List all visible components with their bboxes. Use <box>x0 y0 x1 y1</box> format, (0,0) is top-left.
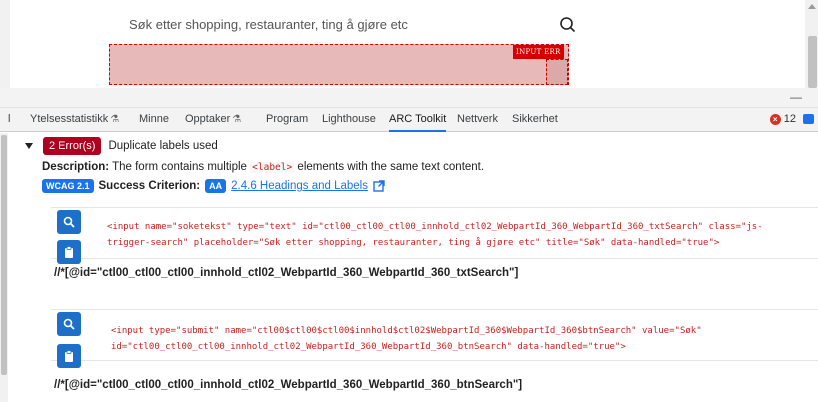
tab-label: Opptaker <box>185 113 231 125</box>
result-card: <input name="soketekst" type="text" id="… <box>51 207 818 264</box>
devtools-panel: — l Ytelsesstatistikk ⚗ Minne Opptaker ⚗ P… <box>0 88 818 402</box>
tab-sources[interactable]: Program <box>266 108 308 132</box>
tab-arc-toolkit[interactable]: ARC Toolkit <box>389 108 447 132</box>
description-code-tag: <label> <box>250 162 295 173</box>
result-code-line: trigger-search" placeholder="Søk etter s… <box>107 238 720 248</box>
criterion-label: Success Criterion: <box>98 180 201 192</box>
description-text-post: elements with the same text content. <box>297 161 485 173</box>
tab-network[interactable]: Nettverk <box>457 108 498 132</box>
error-highlight-button-overlay <box>546 59 568 85</box>
wcag-version-pill: WCAG 2.1 <box>42 179 94 193</box>
copy-element-button[interactable] <box>57 344 81 368</box>
tab-security[interactable]: Sikkerhet <box>512 108 558 132</box>
page-scrollbar[interactable] <box>806 0 818 88</box>
tab-recorder[interactable]: Opptaker ⚗ <box>185 108 241 132</box>
inspect-element-button[interactable] <box>57 312 81 336</box>
magnifier-icon <box>63 318 75 330</box>
inspect-element-button[interactable] <box>57 210 81 234</box>
clipboard-icon <box>65 246 73 258</box>
error-count-badge: 2 Error(s) <box>43 137 102 155</box>
arc-toolkit-panel: 2 Error(s) Duplicate labels used Descrip… <box>18 133 818 402</box>
success-criterion-row: WCAG 2.1 Success Criterion: AA 2.4.6 Hea… <box>42 179 385 193</box>
error-counter[interactable]: × 12 <box>769 113 796 125</box>
result-xpath: //*[@id="ctl00_ctl00_ctl00_innhold_ctl02… <box>54 379 523 391</box>
input-error-badge: INPUT ERR <box>513 45 564 59</box>
external-link-icon[interactable] <box>373 180 385 192</box>
tab-label: Lighthouse <box>322 113 376 125</box>
tab-label: Minne <box>139 113 169 125</box>
error-highlight-overlay <box>109 44 569 85</box>
tab-memory[interactable]: Minne <box>139 108 169 132</box>
devtools-drag-bar[interactable]: — <box>0 88 818 108</box>
experiment-flask-icon: ⚗ <box>232 114 242 125</box>
result-code-line: <input name="soketekst" type="text" id="… <box>107 222 763 232</box>
tab-performance-insights[interactable]: Ytelsesstatistikk ⚗ <box>30 108 119 132</box>
panel-scrollbar-thumb[interactable] <box>1 135 7 375</box>
scroll-up-arrow-icon[interactable] <box>808 4 816 9</box>
copy-element-button[interactable] <box>57 240 81 264</box>
result-code-line: <input type="submit" name="ctl00$ctl00$c… <box>111 326 702 336</box>
devtools-tab-bar: l Ytelsesstatistikk ⚗ Minne Opptaker ⚗ Pro… <box>0 108 818 132</box>
issue-description: Description: The form contains multiple … <box>42 161 484 173</box>
issue-title: Duplicate labels used <box>108 140 218 152</box>
magnifier-icon <box>63 216 75 228</box>
error-x-icon: × <box>769 113 781 125</box>
tab-label: ARC Toolkit <box>389 113 447 125</box>
panel-scrollbar[interactable] <box>0 133 8 402</box>
minimize-icon[interactable]: — <box>790 90 802 104</box>
description-text-pre: The form contains multiple <box>112 161 247 173</box>
result-card: <input type="submit" name="ctl00$ctl00$c… <box>51 309 818 368</box>
tab-lighthouse[interactable]: Lighthouse <box>322 108 376 132</box>
criterion-link[interactable]: 2.4.6 Headings and Labels <box>231 180 368 192</box>
search-input[interactable]: Søk etter shopping, restauranter, ting å… <box>129 17 408 32</box>
tab-label: Nettverk <box>457 113 498 125</box>
tab-label: Program <box>266 113 309 125</box>
page-scrollbar-thumb[interactable] <box>808 36 817 88</box>
issue-header[interactable]: 2 Error(s) Duplicate labels used <box>18 137 218 155</box>
messages-icon[interactable] <box>803 114 814 124</box>
page-viewport: Søk etter shopping, restauranter, ting å… <box>0 0 818 88</box>
tab-elements-partial[interactable]: l <box>8 108 10 132</box>
search-icon[interactable] <box>559 16 577 34</box>
description-label: Description: <box>42 161 110 173</box>
tab-label: l <box>8 113 11 125</box>
collapse-caret-icon[interactable] <box>25 143 33 149</box>
result-xpath: //*[@id="ctl00_ctl00_ctl00_innhold_ctl02… <box>54 267 519 279</box>
tab-label: Sikkerhet <box>512 113 558 125</box>
tab-label: Ytelsesstatistikk <box>30 113 109 125</box>
conformance-level-pill: AA <box>205 179 227 193</box>
experiment-flask-icon: ⚗ <box>110 114 120 125</box>
error-count-value: 12 <box>783 113 796 125</box>
result-code-line: id="ctl00_ctl00_ctl00_innhold_ctl02_Webp… <box>111 342 626 352</box>
clipboard-icon <box>65 350 73 362</box>
